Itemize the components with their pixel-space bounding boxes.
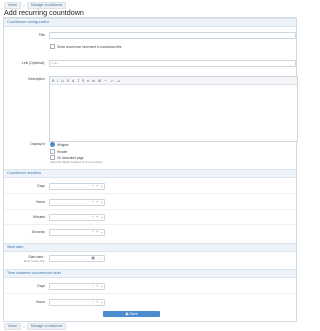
radio-selected-icon <box>50 142 55 147</box>
chevron-down-icon[interactable]: ⌄ <box>100 230 103 235</box>
display-dedicated-page-option[interactable]: On dedicated page <box>50 155 84 160</box>
seconds-label: Seconds <box>31 230 45 234</box>
chevron-down-icon[interactable]: ⌄ <box>100 300 103 305</box>
bold-icon[interactable]: B <box>52 79 54 83</box>
page-title: Add recurring countdown <box>4 8 84 17</box>
breadcrumb-separator: > <box>23 3 26 8</box>
hours-label: Hours <box>35 200 45 204</box>
plus-icon[interactable]: + <box>96 215 98 220</box>
start-date-label: Start date : <box>28 255 45 259</box>
section-time-between: Time between occurrences start <box>4 269 296 278</box>
countdown-form: Countdown configuration Title Show recur… <box>3 17 298 322</box>
between-hours-stepper[interactable]: − + ⌄ <box>49 299 105 306</box>
section-start-date: Start date <box>4 243 296 252</box>
table-icon[interactable]: ⊞ <box>98 79 101 83</box>
save-button[interactable]: ▣ Save <box>103 311 160 317</box>
display-dedicated-page-label: On dedicated page <box>57 155 84 160</box>
undo-icon[interactable]: ⤺ <box>110 79 114 83</box>
chevron-down-icon[interactable]: ⌄ <box>100 184 103 189</box>
minus-icon[interactable]: − <box>92 215 94 220</box>
start-date-input[interactable]: ▦ --:-- <box>49 255 105 262</box>
display-widgets-option[interactable]: Widgets <box>50 142 69 147</box>
link-label: Link (Optional): <box>22 61 45 65</box>
hours-stepper[interactable]: − + ⌄ <box>49 199 105 206</box>
breadcrumb-footer: Home > Manage countdowns <box>4 323 67 330</box>
paragraph-icon[interactable]: ¶ <box>82 79 84 83</box>
days-label: Days <box>37 184 45 188</box>
display-hint: Select the display locations for the cou… <box>50 161 103 164</box>
display-header-option[interactable]: Header <box>50 149 67 154</box>
display-widgets-label: Widgets <box>57 142 69 147</box>
minutes-label: Minutes <box>33 215 45 219</box>
description-label: Description <box>28 77 45 81</box>
title-label: Title <box>38 33 45 37</box>
title-input[interactable] <box>49 32 296 39</box>
section-countdown-duration: Countdown duration <box>4 169 296 178</box>
italic-icon[interactable]: I <box>57 79 58 83</box>
between-days-label: Days <box>37 284 45 288</box>
font-color-icon[interactable]: A <box>72 79 74 83</box>
display-header-label: Header <box>57 149 68 154</box>
plus-icon[interactable]: + <box>96 300 98 305</box>
minus-icon[interactable]: − <box>92 284 94 289</box>
plus-icon[interactable]: + <box>96 200 98 205</box>
show-recurrence-checkbox[interactable]: Show recurrence increment in countdown t… <box>50 44 122 49</box>
strike-icon[interactable]: S <box>67 79 69 83</box>
between-hours-label: Hours <box>35 300 45 304</box>
editor-toolbar: B I U S A T ¶ ≡ ⊘ ⊞ ⋯ ⤺ ⤻ <box>50 77 297 85</box>
plus-icon[interactable]: + <box>96 230 98 235</box>
minus-icon[interactable]: − <box>92 300 94 305</box>
chevron-down-icon[interactable]: ⌄ <box>100 200 103 205</box>
plus-icon[interactable]: + <box>96 284 98 289</box>
description-editor[interactable]: B I U S A T ¶ ≡ ⊘ ⊞ ⋯ ⤺ ⤻ <box>49 76 298 142</box>
seconds-stepper[interactable]: − + ⌄ <box>49 229 105 236</box>
section-countdown-configuration: Countdown configuration <box>4 18 296 27</box>
breadcrumb-manage-countdowns[interactable]: Manage countdowns <box>27 323 67 330</box>
breadcrumb-home[interactable]: Home <box>4 323 22 330</box>
more-icon[interactable]: ⋯ <box>104 79 107 83</box>
minus-icon[interactable]: − <box>92 200 94 205</box>
redo-icon[interactable]: ⤻ <box>117 79 121 83</box>
minus-icon[interactable]: − <box>92 230 94 235</box>
underline-icon[interactable]: U <box>61 79 63 83</box>
chevron-down-icon[interactable]: ⌄ <box>100 215 103 220</box>
plus-icon[interactable]: + <box>96 184 98 189</box>
minutes-stepper[interactable]: − + ⌄ <box>49 214 105 221</box>
link-input[interactable]: Link... <box>49 60 296 67</box>
checkbox-icon <box>50 155 55 160</box>
breadcrumb-separator: > <box>23 324 26 329</box>
font-size-icon[interactable]: T <box>77 79 79 83</box>
show-recurrence-label: Show recurrence increment in countdown t… <box>57 44 122 49</box>
minus-icon[interactable]: − <box>92 184 94 189</box>
start-date-hint: Enter country time <box>23 260 45 263</box>
chevron-down-icon[interactable]: ⌄ <box>100 284 103 289</box>
align-icon[interactable]: ≡ <box>87 79 89 83</box>
remove-format-icon[interactable]: ⊘ <box>92 79 95 83</box>
start-time-value: --:-- <box>98 256 104 260</box>
days-stepper[interactable]: − + ⌄ <box>49 183 105 190</box>
checkbox-icon <box>50 44 55 49</box>
save-label: Save <box>129 312 138 316</box>
checkbox-icon <box>50 149 55 154</box>
display-in-label: Display in <box>30 142 45 146</box>
between-days-stepper[interactable]: − + ⌄ <box>49 283 105 290</box>
calendar-icon[interactable]: ▦ <box>90 256 95 261</box>
